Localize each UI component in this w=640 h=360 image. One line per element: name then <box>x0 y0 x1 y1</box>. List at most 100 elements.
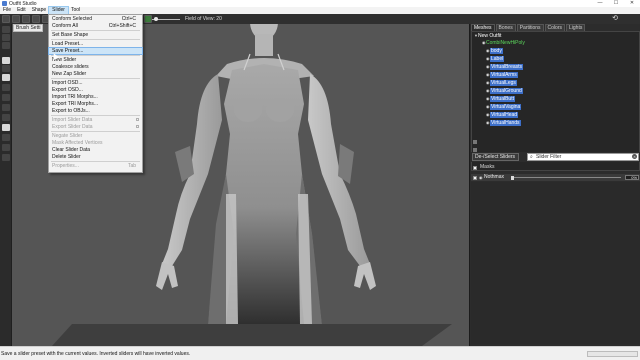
progress-bar <box>587 351 638 357</box>
slider-thumb[interactable] <box>511 175 514 180</box>
slider-track[interactable] <box>511 177 621 178</box>
tree-item-mesh[interactable]: ◉ VirtualArms <box>486 72 518 78</box>
menu-item-shortcut: Tab <box>127 163 136 169</box>
menu-tool[interactable]: Tool <box>68 7 83 14</box>
brush-settings-label: Brush Setti <box>16 25 41 31</box>
menu-shape[interactable]: Shape <box>29 7 49 14</box>
menu-item-label: Import OSD... <box>52 80 83 86</box>
tree-item-mesh[interactable]: ◉ VirtualBreasts <box>486 64 524 70</box>
menu-item-coalesce-sliders[interactable]: Coalesce sliders <box>49 64 142 70</box>
menu-item-new-slider[interactable]: New Slider <box>49 57 142 63</box>
tree-item-mesh[interactable]: ◉ VirtualHands <box>486 120 521 126</box>
menu-item-properties[interactable]: Properties... Tab <box>49 163 142 169</box>
menu-item-conform-selected[interactable]: Conform Selected Ctrl+C <box>49 16 142 22</box>
menu-item-load-preset[interactable]: Load Preset... <box>49 41 142 47</box>
slider-value-field[interactable]: 0% <box>625 175 639 180</box>
menu-item-negate-slider[interactable]: Negate Slider <box>49 133 142 139</box>
right-hand <box>354 262 376 290</box>
clear-icon[interactable]: × <box>632 154 637 159</box>
toolbar-button-green[interactable] <box>144 15 152 23</box>
menu-item-label: Load Preset... <box>52 41 84 47</box>
menu-item-new-zap-slider[interactable]: New Zap Slider <box>49 71 142 77</box>
tree-item-mesh[interactable]: ◉ Label <box>486 56 505 62</box>
menu-item-save-preset[interactable]: Save Preset... <box>48 47 143 55</box>
mesh-tree[interactable]: ▼New Outfit ◉CombiNewHiPoly ◉ body ◉ Label… <box>471 31 640 171</box>
select-tool-button[interactable] <box>2 15 10 23</box>
status-message: Save a slider preset with the current va… <box>1 351 191 357</box>
tab-partitions[interactable]: Partitions <box>516 24 544 31</box>
masks-row: Masks <box>471 164 640 171</box>
deflate-brush-icon[interactable] <box>2 42 10 49</box>
toolbar-button-3[interactable] <box>22 15 30 23</box>
slider-filter-placeholder: Slider Filter <box>536 154 562 160</box>
menu-item-import-osd[interactable]: Import OSD... <box>49 80 142 86</box>
color-brush-icon[interactable] <box>2 84 10 91</box>
refresh-icon[interactable]: ⟲ <box>610 15 620 23</box>
field-of-view-slider[interactable] <box>152 17 180 21</box>
close-button[interactable]: ✕ <box>624 0 640 7</box>
tree-item-mesh[interactable]: ◉ VirtualLegs <box>486 80 517 86</box>
menu-item-set-base-shape[interactable]: Set Base Shape <box>49 32 142 38</box>
deselect-sliders-button[interactable]: De-/Select Sliders <box>472 153 519 161</box>
menu-item-label: Coalesce sliders <box>52 64 89 70</box>
deselect-sliders-label: De-/Select Sliders <box>475 154 516 160</box>
tree-item-mesh[interactable]: ◉ body <box>486 48 503 54</box>
title-bar: Outfit Studio — ☐ ✕ <box>0 0 640 7</box>
tool-strip <box>0 24 12 346</box>
menu-item-clear-slider-data[interactable]: Clear Slider Data <box>49 147 142 153</box>
menu-item-delete-slider[interactable]: Delete Slider <box>49 154 142 160</box>
window-title: Outfit Studio <box>9 0 37 7</box>
menu-item-export-osd[interactable]: Export OSD... <box>49 87 142 93</box>
tree-item-mesh[interactable]: ◉ VirtualButt <box>486 96 515 102</box>
split-edge-icon[interactable] <box>2 124 10 131</box>
toolbar-button-2[interactable] <box>12 15 20 23</box>
menu-item-export-slider-data[interactable]: Export Slider Data <box>49 124 142 130</box>
tree-root[interactable]: ▼New Outfit <box>474 33 501 39</box>
minimize-button[interactable]: — <box>592 0 608 7</box>
brush-settings-tab[interactable]: Brush Setti <box>13 24 43 32</box>
brush-icon[interactable] <box>473 140 477 144</box>
menu-item-import-slider-data[interactable]: Import Slider Data <box>49 117 142 123</box>
tree-item-mesh[interactable]: ◉ VirtualVagina <box>486 104 522 110</box>
inflate-brush-icon[interactable] <box>2 34 10 41</box>
tree-item-mesh[interactable]: ◉CombiNewHiPoly <box>482 40 525 46</box>
menu-item-label: Conform All <box>52 23 78 29</box>
tab-colors[interactable]: Colors <box>544 24 565 31</box>
alpha-brush-icon[interactable] <box>2 94 10 101</box>
tab-lights[interactable]: Lights <box>566 24 586 31</box>
pivot-tool-icon[interactable] <box>2 144 10 151</box>
masks-checkbox[interactable] <box>473 165 477 170</box>
transform-tool-icon[interactable] <box>2 134 10 141</box>
tree-item-mesh[interactable]: ◉ VirtualGround <box>486 88 523 94</box>
maximize-button[interactable]: ☐ <box>608 0 624 7</box>
search-icon: ⌕ <box>530 154 533 160</box>
slider-filter-input[interactable]: ⌕ Slider Filter × <box>527 153 639 161</box>
menu-separator <box>51 55 140 56</box>
collapse-vertex-icon[interactable] <box>2 104 10 111</box>
tab-meshes[interactable]: Meshes <box>471 24 495 31</box>
vertex-edit-icon[interactable] <box>2 154 10 161</box>
tree-item-mesh[interactable]: ◉ VirtualHead <box>486 112 519 118</box>
eye-icon[interactable]: ◉ <box>479 174 483 181</box>
fov-slider-thumb[interactable] <box>154 17 158 21</box>
menu-item-shortcut: Ctrl+Shift+C <box>108 23 136 29</box>
toolbar-button-4[interactable] <box>32 15 40 23</box>
menu-item-conform-all[interactable]: Conform All Ctrl+Shift+C <box>49 23 142 29</box>
menu-item-mask-affected[interactable]: Mask Affected Vertices <box>49 140 142 146</box>
menu-item-label: Delete Slider <box>52 154 81 160</box>
tab-bones[interactable]: Bones <box>495 24 516 31</box>
flip-edge-icon[interactable] <box>2 114 10 121</box>
menu-item-import-tri[interactable]: Import TRI Morphs... <box>49 94 142 100</box>
menu-item-export-objs[interactable]: Export to OBJs... <box>49 108 142 114</box>
slider-row[interactable]: ◉ Nothmax 0% <box>471 174 640 181</box>
mask-brush-icon[interactable] <box>2 26 10 33</box>
move-brush-icon[interactable] <box>2 57 10 64</box>
menu-edit[interactable]: Edit <box>14 7 29 14</box>
slider-edit-checkbox[interactable] <box>473 175 477 180</box>
weight-brush-icon[interactable] <box>2 74 10 81</box>
menu-file[interactable]: File <box>0 7 14 14</box>
menu-item-label: Negate Slider <box>52 133 83 139</box>
menu-item-export-tri[interactable]: Export TRI Morphs... <box>49 101 142 107</box>
smooth-brush-icon[interactable] <box>2 65 10 72</box>
menu-slider[interactable]: Slider <box>48 6 69 15</box>
